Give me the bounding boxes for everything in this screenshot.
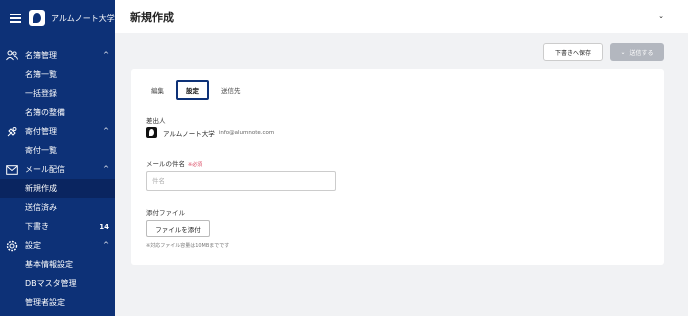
required-mark: ※必須 bbox=[188, 162, 203, 168]
send-chevron-icon: ⌄ bbox=[620, 48, 626, 56]
sidebar-item-donation-list[interactable]: 寄付一覧 bbox=[0, 141, 115, 160]
sidebar: アルムノート大学 名簿管理 ^ 名簿一覧 一括登録 名簿の整備 寄付管理 ^ 寄… bbox=[0, 0, 115, 316]
sidebar-section-mail[interactable]: メール配信 ^ bbox=[0, 160, 115, 179]
save-draft-button[interactable]: 下書きへ保存 bbox=[543, 43, 603, 61]
sender-name: アルムノート大学 bbox=[163, 129, 215, 138]
logo-icon bbox=[29, 10, 45, 26]
chevron-up-icon: ^ bbox=[103, 127, 109, 135]
chevron-up-icon: ^ bbox=[103, 165, 109, 173]
tab-edit[interactable]: 編集 bbox=[144, 80, 171, 100]
chevron-up-icon: ^ bbox=[103, 241, 109, 249]
sidebar-section-donations[interactable]: 寄付管理 ^ bbox=[0, 122, 115, 141]
sidebar-item-basic-settings[interactable]: 基本情報設定 bbox=[0, 255, 115, 274]
donation-icon bbox=[6, 126, 18, 138]
mail-icon bbox=[6, 164, 18, 176]
chevron-down-icon[interactable]: ⌄ bbox=[658, 12, 664, 20]
sidebar-section-settings[interactable]: 設定 ^ bbox=[0, 236, 115, 255]
tab-recipients[interactable]: 送信先 bbox=[214, 80, 248, 100]
org-name: アルムノート大学 bbox=[51, 13, 115, 23]
sender-logo-icon bbox=[146, 127, 157, 138]
sidebar-section-label: 名簿管理 bbox=[25, 51, 57, 60]
sidebar-item-label: 下書き bbox=[25, 222, 49, 231]
attachment-label: 添付ファイル bbox=[146, 209, 185, 217]
tab-bar: 編集 設定 送信先 bbox=[144, 80, 248, 100]
sidebar-item-new-mail[interactable]: 新規作成 bbox=[0, 179, 115, 198]
drafts-count-badge: 14 bbox=[99, 222, 109, 231]
sidebar-item-roster-list[interactable]: 名簿一覧 bbox=[0, 65, 115, 84]
sidebar-section-label: メール配信 bbox=[25, 165, 65, 174]
sidebar-item-sent[interactable]: 送信済み bbox=[0, 198, 115, 217]
people-icon bbox=[6, 50, 18, 62]
sidebar-header: アルムノート大学 bbox=[0, 0, 115, 36]
tab-settings[interactable]: 設定 bbox=[176, 80, 209, 100]
gear-icon bbox=[6, 240, 18, 252]
sidebar-section-roster[interactable]: 名簿管理 ^ bbox=[0, 46, 115, 65]
sidebar-section-label: 設定 bbox=[25, 241, 41, 250]
subject-label-row: メールの件名 ※必須 bbox=[146, 158, 202, 168]
send-button[interactable]: ⌄ 送信する bbox=[610, 43, 664, 61]
page-title: 新規作成 bbox=[130, 10, 174, 24]
sidebar-item-db-master[interactable]: DBマスタ管理 bbox=[0, 274, 115, 293]
attach-file-button[interactable]: ファイルを添付 bbox=[146, 220, 210, 237]
sender-info: アルムノート大学 info@alumnote.com bbox=[146, 127, 274, 138]
menu-icon[interactable] bbox=[10, 13, 21, 23]
attachment-note: ※対応ファイル容量は10MBまでです bbox=[146, 243, 230, 249]
subject-input[interactable] bbox=[146, 171, 336, 191]
chevron-up-icon: ^ bbox=[103, 51, 109, 59]
sidebar-item-bulk-register[interactable]: 一括登録 bbox=[0, 84, 115, 103]
sidebar-item-admin-settings[interactable]: 管理者設定 bbox=[0, 293, 115, 312]
sidebar-section-label: 寄付管理 bbox=[25, 127, 57, 136]
compose-card: 編集 設定 送信先 差出人 アルムノート大学 info@alumnote.com… bbox=[131, 69, 664, 265]
sidebar-item-roster-cleanup[interactable]: 名簿の整備 bbox=[0, 103, 115, 122]
subject-label: メールの件名 bbox=[146, 160, 185, 168]
sender-email: info@alumnote.com bbox=[218, 129, 275, 136]
send-button-label: 送信する bbox=[629, 49, 654, 57]
sender-label: 差出人 bbox=[146, 117, 166, 125]
sidebar-item-drafts[interactable]: 下書き 14 bbox=[0, 217, 115, 236]
top-bar: 新規作成 ⌄ bbox=[115, 0, 688, 33]
